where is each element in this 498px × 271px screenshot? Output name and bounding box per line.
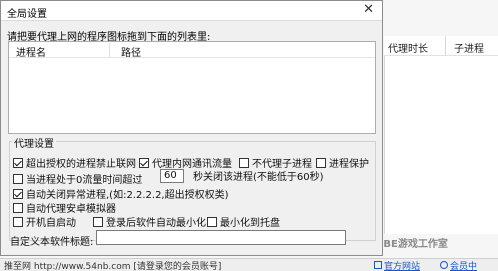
proxy-lan-checkbox[interactable] [139,157,149,168]
idle-close-suffix-label: 秒关闭该进程(不能低于60秒) [193,172,324,183]
custom-title-input[interactable] [96,230,346,245]
auto-start-option[interactable]: 开机自启动 [13,214,76,229]
ban-overlimit-option[interactable]: 超出授权的进程禁止联网 [13,155,136,170]
auto-start-label: 开机自启动 [26,218,76,229]
official-site-link[interactable]: 官方网站 [384,259,420,271]
ban-overlimit-label: 超出授权的进程禁止联网 [26,159,136,170]
idle-close-option[interactable]: 当进程处于0流量时间超过 [13,171,142,186]
dialog-title: 全局设置 [7,9,47,20]
min-to-tray-label: 最小化到托盘 [220,218,280,229]
auto-close-abnormal-label: 自动关闭异常进程,(如:2.2.2.2,超出授权权类) [26,190,229,201]
home-icon [374,261,382,269]
header-divider [109,43,110,57]
proxy-settings-group-title: 代理设置 [12,135,56,150]
auto-close-abnormal-checkbox[interactable] [13,188,23,199]
dialog-titlebar[interactable]: 全局设置 ✕ [1,1,382,21]
min-after-login-option[interactable]: 登录后软件自动最小化 [93,214,206,229]
status-bar: 推至网 http://www.54nb.com [请登录您的会员账号] 官方网站… [0,258,498,271]
ban-overlimit-checkbox[interactable] [13,157,23,168]
process-table-body [384,56,498,234]
global-settings-dialog: 全局设置 ✕ 请把要代理上网的程序图标拖到下面的列表里: 进程名 路径 代理设置… [0,0,383,256]
process-protect-option[interactable]: 进程保护 [316,155,369,170]
min-after-login-label: 登录后软件自动最小化 [106,218,206,229]
proxied-process-list[interactable]: 进程名 路径 [8,41,376,134]
auto-proxy-emulator-checkbox[interactable] [13,202,23,213]
process-list-header: 进程名 路径 [9,42,375,59]
auto-proxy-emulator-label: 自动代理安卓模拟器 [26,204,116,215]
process-protect-checkbox[interactable] [316,157,326,168]
column-header-proxy-duration[interactable]: 代理时长 [388,40,428,55]
member-center-link[interactable]: 会员中 [450,259,477,271]
auto-proxy-emulator-option[interactable]: 自动代理安卓模拟器 [13,200,116,215]
watermark-text: NBE游戏工作室 [375,239,448,250]
column-header-process-name[interactable]: 进程名 [16,44,46,59]
no-proxy-child-checkbox[interactable] [239,157,249,168]
column-header-path[interactable]: 路径 [121,44,141,59]
min-to-tray-checkbox[interactable] [207,216,217,227]
idle-close-checkbox[interactable] [13,173,23,184]
idle-close-prefix-label: 当进程处于0流量时间超过 [26,175,143,186]
min-to-tray-option[interactable]: 最小化到托盘 [207,214,280,229]
idle-close-seconds-group: 60 秒关闭该进程(不能低于60秒) [160,168,324,183]
close-icon[interactable]: ✕ [363,3,374,17]
column-separator [445,36,446,56]
auto-close-abnormal-option[interactable]: 自动关闭异常进程,(如:2.2.2.2,超出授权权类) [13,186,229,201]
user-icon [440,261,448,269]
min-after-login-checkbox[interactable] [93,216,103,227]
custom-title-label: 自定义本软件标题: [10,237,94,248]
idle-seconds-input[interactable]: 60 [160,168,184,183]
process-protect-label: 进程保护 [329,159,369,170]
status-url-text: 推至网 http://www.54nb.com [请登录您的会员账号] [4,262,222,271]
auto-start-checkbox[interactable] [13,216,23,227]
column-header-child-process[interactable]: 子进程 [454,40,484,55]
